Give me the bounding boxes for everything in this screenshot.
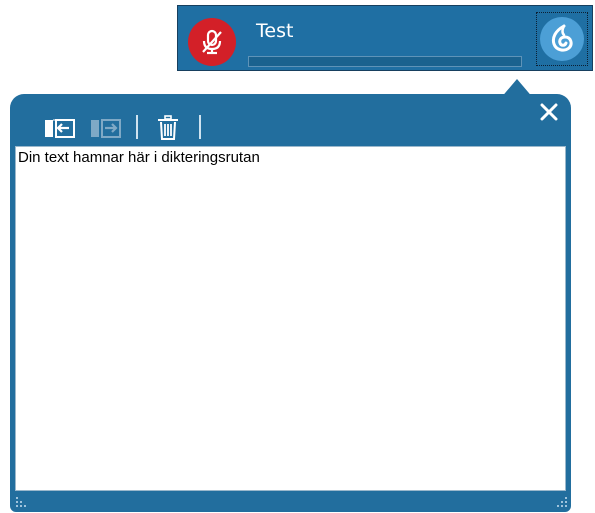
profile-name: Test	[256, 20, 294, 42]
transfer-text-disabled-icon	[91, 119, 121, 138]
toolbar-separator	[199, 115, 201, 139]
transfer-disabled-button[interactable]	[88, 114, 124, 142]
close-button[interactable]	[537, 100, 561, 124]
dragon-logo	[540, 17, 584, 61]
dragon-dictation-window: Test Din text hamnar här i dikteringsrut…	[0, 0, 595, 513]
dragon-logo-icon	[551, 24, 573, 52]
resize-grip-right[interactable]	[553, 497, 567, 509]
dictation-text-area[interactable]: Din text hamnar här i dikteringsrutan	[15, 146, 566, 491]
dictation-toolbar	[10, 94, 571, 146]
delete-button[interactable]	[150, 114, 186, 142]
toolbar-separator	[136, 115, 138, 139]
microphone-off-icon	[202, 29, 222, 55]
transfer-button[interactable]	[42, 114, 78, 142]
transfer-text-icon	[45, 119, 75, 138]
microphone-button[interactable]	[188, 18, 236, 66]
dictation-bar: Test	[177, 5, 593, 71]
dictation-box: Din text hamnar här i dikteringsrutan	[10, 94, 571, 512]
resize-grip-left[interactable]	[16, 497, 30, 509]
trash-icon	[158, 115, 178, 140]
close-icon	[540, 103, 558, 121]
dragon-menu-button[interactable]	[536, 12, 588, 66]
volume-meter	[248, 56, 522, 67]
